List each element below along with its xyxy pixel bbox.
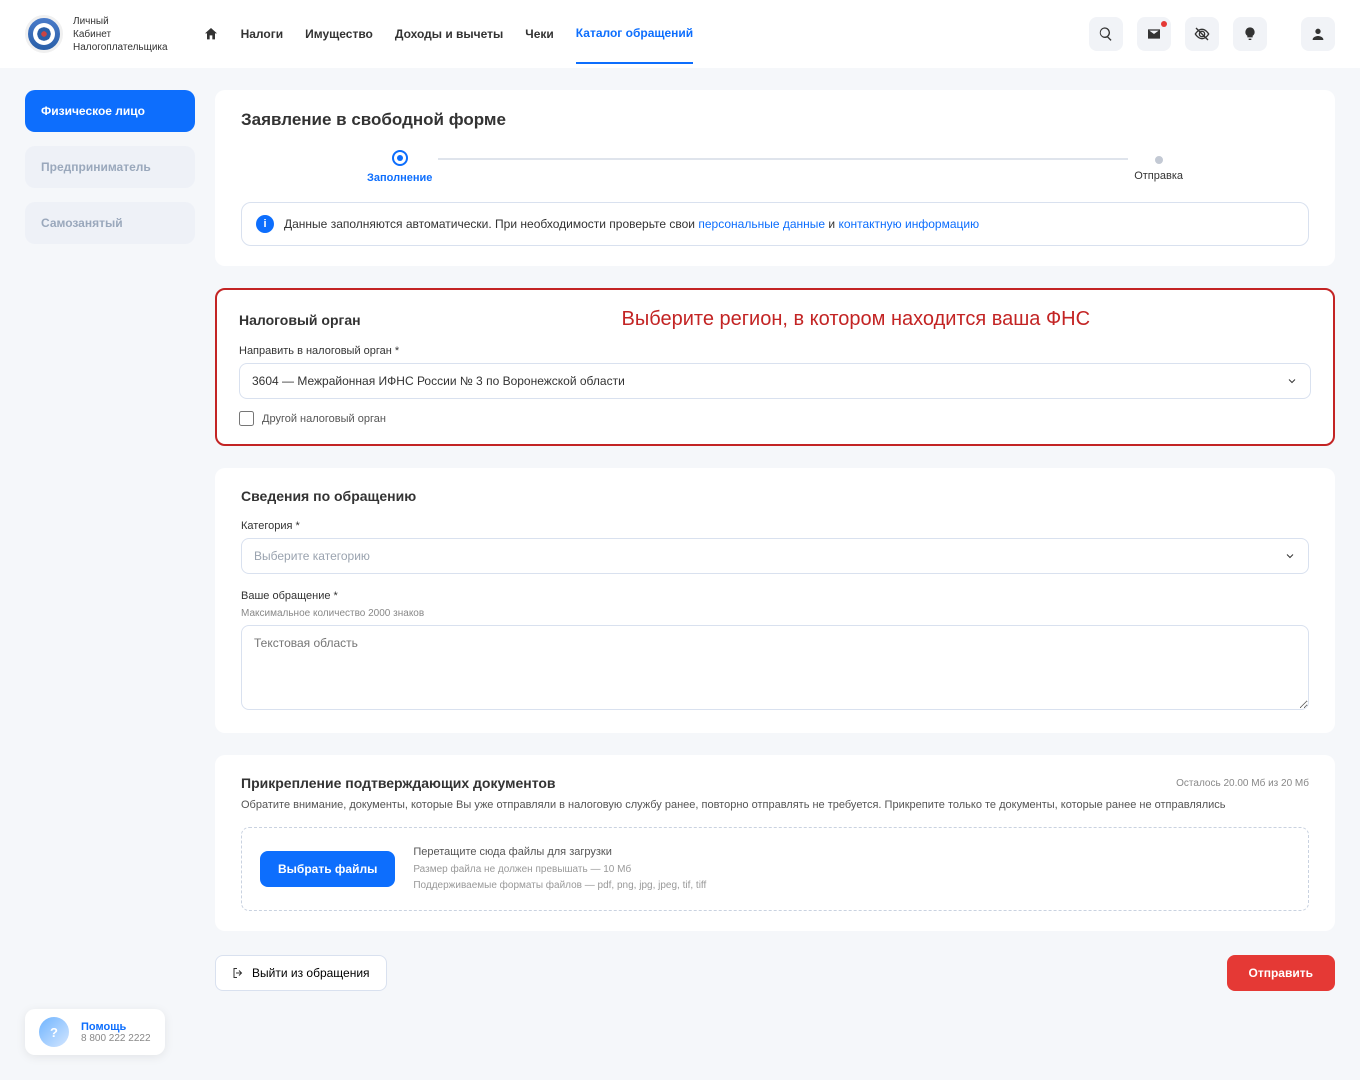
stepper: Заполнение Отправка — [361, 150, 1189, 184]
chevron-down-icon — [1284, 550, 1296, 562]
tax-org-select[interactable]: 3604 — Межрайонная ИФНС России № 3 по Во… — [239, 363, 1311, 399]
help-widget[interactable]: ? Помощь 8 800 222 2222 — [25, 1009, 165, 1055]
step-send: Отправка — [1128, 152, 1189, 182]
sidebar-individual[interactable]: Физическое лицо — [25, 90, 195, 132]
other-org-checkbox[interactable]: Другой налоговый орган — [239, 411, 1311, 426]
nav-catalog[interactable]: Каталог обращений — [576, 20, 693, 64]
exit-icon — [232, 967, 244, 979]
main-content: Заявление в свободной форме Заполнение О… — [215, 68, 1335, 1031]
home-icon[interactable] — [203, 26, 219, 42]
sidebar-entrepreneur[interactable]: Предприниматель — [25, 146, 195, 188]
bulb-icon[interactable] — [1233, 17, 1267, 51]
info-banner: i Данные заполняются автоматически. При … — [241, 202, 1309, 246]
notification-dot — [1161, 21, 1167, 27]
nav-income[interactable]: Доходы и вычеты — [395, 21, 503, 47]
info-icon: i — [256, 215, 274, 233]
tax-org-label: Направить в налоговый орган * — [239, 345, 1311, 357]
link-contact-info[interactable]: контактную информацию — [838, 217, 979, 231]
attach-remaining: Осталось 20.00 Мб из 20 Мб — [1176, 778, 1309, 789]
page-title: Заявление в свободной форме — [241, 110, 1309, 130]
send-button[interactable]: Отправить — [1227, 955, 1335, 991]
step-fill: Заполнение — [361, 150, 438, 184]
other-org-input[interactable] — [239, 411, 254, 426]
message-label: Ваше обращение * — [241, 590, 1309, 602]
attach-card: Прикрепление подтверждающих документов О… — [215, 755, 1335, 931]
tax-org-card: Налоговый орган Выберите регион, в котор… — [215, 288, 1335, 446]
visibility-icon[interactable] — [1185, 17, 1219, 51]
sidebar-selfemployed[interactable]: Самозанятый — [25, 202, 195, 244]
attach-title: Прикрепление подтверждающих документов — [241, 775, 556, 791]
dropzone-text: Перетащите сюда файлы для загрузки Разме… — [413, 844, 706, 894]
tax-org-value: 3604 — Межрайонная ИФНС России № 3 по Во… — [252, 374, 625, 388]
mail-icon[interactable] — [1137, 17, 1171, 51]
title-card: Заявление в свободной форме Заполнение О… — [215, 90, 1335, 266]
appeal-title: Сведения по обращению — [241, 488, 1309, 504]
sidebar: Физическое лицо Предприниматель Самозаня… — [25, 68, 195, 244]
footer-actions: Выйти из обращения Отправить — [215, 953, 1335, 1031]
message-textarea[interactable] — [241, 625, 1309, 710]
nav-taxes[interactable]: Налоги — [241, 21, 284, 47]
attach-note: Обратите внимание, документы, которые Вы… — [241, 799, 1309, 811]
help-icon: ? — [39, 1017, 69, 1047]
search-icon[interactable] — [1089, 17, 1123, 51]
help-phone: 8 800 222 2222 — [81, 1033, 151, 1044]
help-title: Помощь — [81, 1021, 151, 1033]
appeal-card: Сведения по обращению Категория * Выбери… — [215, 468, 1335, 733]
highlight-message: Выберите регион, в котором находится ваш… — [401, 308, 1311, 331]
tax-org-title: Налоговый орган — [239, 312, 361, 328]
category-label: Категория * — [241, 520, 1309, 532]
select-files-button[interactable]: Выбрать файлы — [260, 851, 395, 887]
avatar-icon[interactable] — [1301, 17, 1335, 51]
step-dot-inactive — [1155, 156, 1163, 164]
dropzone[interactable]: Выбрать файлы Перетащите сюда файлы для … — [241, 827, 1309, 911]
exit-button[interactable]: Выйти из обращения — [215, 955, 387, 991]
info-text: Данные заполняются автоматически. При не… — [284, 217, 698, 231]
logo-icon — [25, 15, 63, 53]
message-hint: Максимальное количество 2000 знаков — [241, 608, 1309, 619]
nav-property[interactable]: Имущество — [305, 21, 373, 47]
step-dot-active — [392, 150, 408, 166]
nav-checks[interactable]: Чеки — [525, 21, 554, 47]
category-select[interactable]: Выберите категорию — [241, 538, 1309, 574]
chevron-down-icon — [1286, 375, 1298, 387]
top-icons — [1089, 17, 1335, 51]
top-bar: Личный Кабинет Налогоплательщика Налоги … — [0, 0, 1360, 68]
logo-block[interactable]: Личный Кабинет Налогоплательщика — [25, 15, 168, 54]
logo-text: Личный Кабинет Налогоплательщика — [73, 15, 168, 54]
category-placeholder: Выберите категорию — [254, 549, 370, 563]
link-personal-data[interactable]: персональные данные — [698, 217, 825, 231]
main-nav: Налоги Имущество Доходы и вычеты Чеки Ка… — [203, 4, 694, 64]
